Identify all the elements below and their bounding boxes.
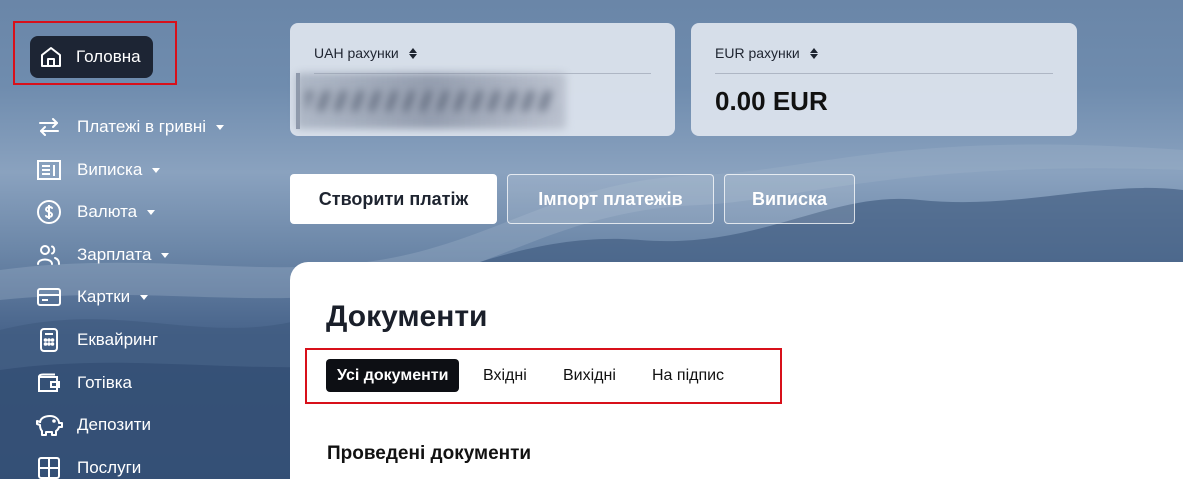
transfer-arrows-icon xyxy=(35,113,63,141)
sidebar-item-acquiring[interactable]: Еквайринг xyxy=(35,325,158,355)
sidebar-item-home[interactable]: Головна xyxy=(30,36,153,78)
dollar-coin-icon xyxy=(35,198,63,226)
sidebar-item-label: Головна xyxy=(76,47,141,66)
home-icon xyxy=(38,44,64,70)
tab-incoming[interactable]: Вхідні xyxy=(483,359,527,392)
chevron-down-icon xyxy=(147,209,156,215)
eur-accounts-selector[interactable]: EUR рахунки xyxy=(715,45,1053,61)
documents-title: Документи xyxy=(326,300,488,333)
uah-accounts-label: UAH рахунки xyxy=(314,45,399,61)
uah-amount-blurred xyxy=(296,73,566,129)
eur-accounts-label: EUR рахунки xyxy=(715,45,800,61)
chevron-down-icon xyxy=(152,167,161,173)
statement-button[interactable]: Виписка xyxy=(724,174,855,224)
sidebar-item-label: Платежі в гривні xyxy=(77,117,207,136)
chevron-down-icon xyxy=(140,294,149,300)
sidebar-item-label: Послуги xyxy=(77,458,142,477)
eur-amount: 0.00 EUR xyxy=(715,86,828,116)
documents-panel: Документи Усі документи Вхідні Вихідні Н… xyxy=(290,262,1183,479)
pos-terminal-icon xyxy=(35,326,63,354)
sidebar-item-deposits[interactable]: Депозити xyxy=(35,410,151,440)
sidebar-item-label: Зарплата xyxy=(77,245,152,264)
sort-arrows-icon xyxy=(809,47,818,59)
sort-arrows-icon xyxy=(408,47,417,59)
sidebar-item-statement[interactable]: Виписка xyxy=(35,155,161,185)
sidebar-item-cash[interactable]: Готівка xyxy=(35,368,132,398)
tab-outgoing[interactable]: Вихідні xyxy=(563,359,616,392)
card-icon xyxy=(35,283,63,311)
create-payment-button[interactable]: Створити платіж xyxy=(290,174,497,224)
tab-to-sign[interactable]: На підпис xyxy=(652,359,724,392)
card-divider xyxy=(715,73,1053,74)
sidebar-item-salary[interactable]: Зарплата xyxy=(35,240,170,270)
sidebar-item-label: Еквайринг xyxy=(77,330,159,349)
uah-accounts-card[interactable]: UAH рахунки xyxy=(290,23,675,136)
chevron-down-icon xyxy=(216,124,225,130)
wallet-icon xyxy=(35,369,63,397)
sidebar-item-label: Валюта xyxy=(77,202,138,221)
statement-icon xyxy=(35,156,63,184)
services-grid-icon xyxy=(35,454,63,479)
sidebar-item-label: Готівка xyxy=(77,373,133,392)
section-title-processed: Проведені документи xyxy=(327,443,532,464)
sidebar-item-payments-uah[interactable]: Платежі в гривні xyxy=(35,112,225,142)
chevron-down-icon xyxy=(161,252,170,258)
sidebar-item-currency[interactable]: Валюта xyxy=(35,197,156,227)
sidebar-item-cards[interactable]: Картки xyxy=(35,282,149,312)
people-icon xyxy=(35,241,63,269)
sidebar-item-services[interactable]: Послуги xyxy=(35,453,141,479)
piggy-bank-icon xyxy=(35,411,63,439)
sidebar-item-label: Депозити xyxy=(77,415,152,434)
tab-all-documents[interactable]: Усі документи xyxy=(326,359,460,392)
uah-accounts-selector[interactable]: UAH рахунки xyxy=(314,45,651,61)
sidebar-item-label: Картки xyxy=(77,287,131,306)
import-payments-button[interactable]: Імпорт платежів xyxy=(507,174,714,224)
eur-accounts-card[interactable]: EUR рахунки 0.00 EUR xyxy=(691,23,1077,136)
sidebar-item-label: Виписка xyxy=(77,160,143,179)
sidebar: Головна Платежі в гривні Виписка Валюта xyxy=(0,0,270,479)
